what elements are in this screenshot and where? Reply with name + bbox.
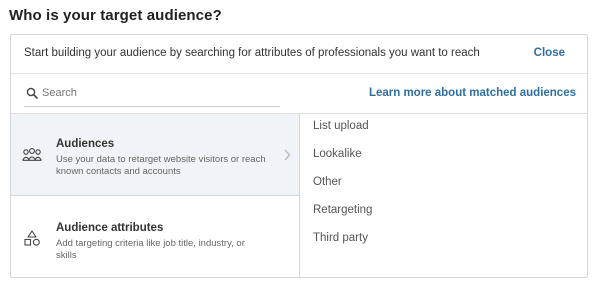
category-audiences[interactable]: Audiences Use your data to retarget webs…	[11, 114, 299, 196]
category-title: Audiences	[56, 138, 115, 150]
search-input[interactable]	[42, 84, 276, 102]
subcategory-list: List upload Lookalike Other Retargeting …	[300, 114, 587, 277]
category-title: Audience attributes	[56, 222, 164, 234]
category-description: Use your data to retarget website visito…	[56, 154, 266, 177]
learn-more-link[interactable]: Learn more about matched audiences	[369, 87, 576, 99]
intro-bar: Start building your audience by searchin…	[11, 35, 587, 74]
audience-panel: Start building your audience by searchin…	[10, 34, 588, 278]
page-title: Who is your target audience?	[9, 7, 222, 24]
search-box[interactable]	[24, 82, 280, 107]
category-audience-attributes[interactable]: Audience attributes Add targeting criter…	[11, 196, 299, 278]
intro-text: Start building your audience by searchin…	[24, 47, 480, 59]
option-list-upload[interactable]: List upload	[313, 120, 369, 132]
chevron-right-icon	[284, 149, 291, 161]
search-icon	[26, 87, 38, 99]
option-lookalike[interactable]: Lookalike	[313, 148, 362, 160]
search-row: Learn more about matched audiences	[11, 73, 587, 113]
close-link[interactable]: Close	[534, 47, 565, 59]
category-description: Add targeting criteria like job title, i…	[56, 238, 245, 261]
option-other[interactable]: Other	[313, 176, 342, 188]
option-retargeting[interactable]: Retargeting	[313, 204, 372, 216]
shapes-icon	[24, 230, 40, 246]
option-third-party[interactable]: Third party	[313, 232, 368, 244]
people-group-icon	[22, 148, 42, 161]
